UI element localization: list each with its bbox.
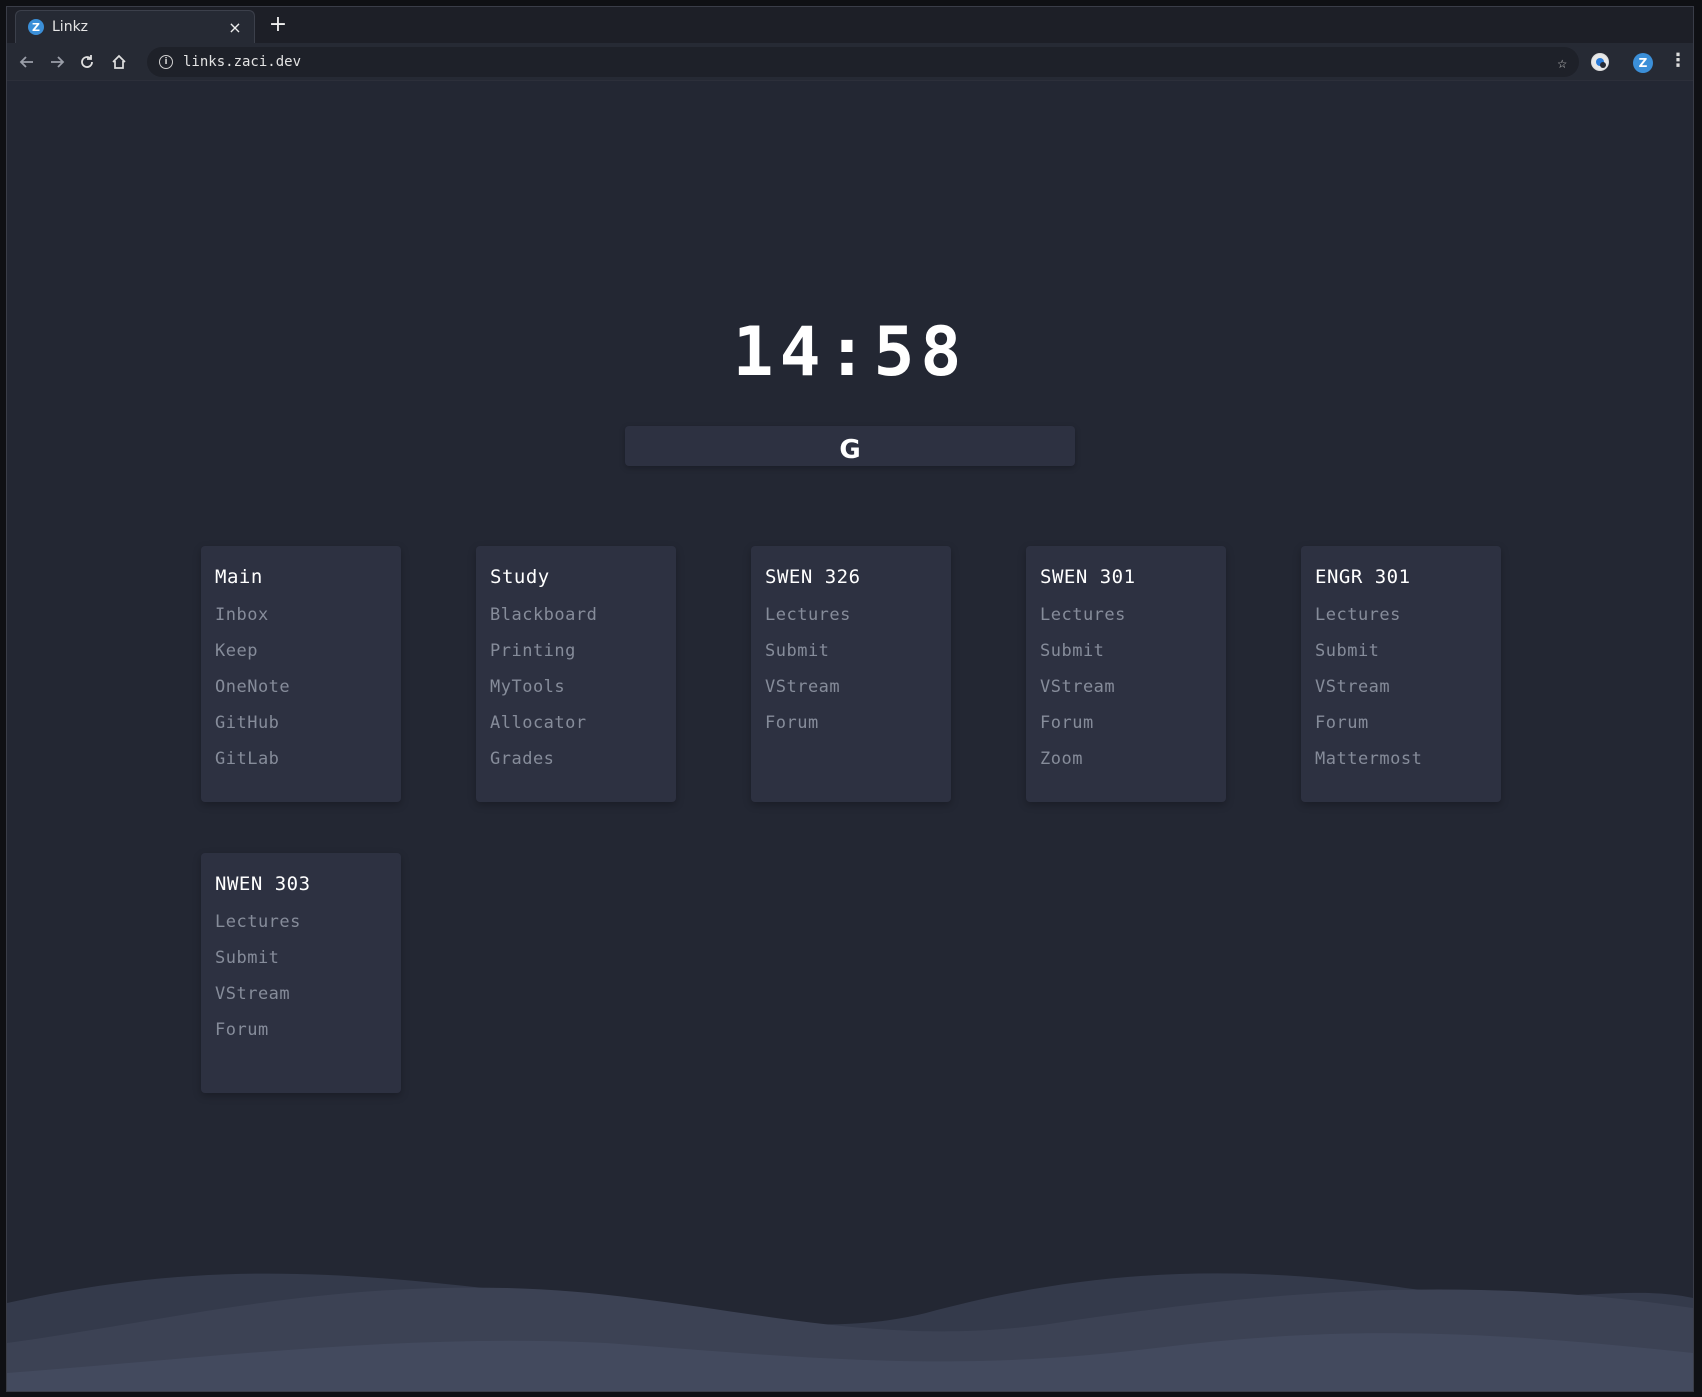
clock: 14:58 xyxy=(732,313,968,392)
card-engr-301: ENGR 301 Lectures Submit VStream Forum M… xyxy=(1301,546,1501,802)
card-swen-301: SWEN 301 Lectures Submit VStream Forum Z… xyxy=(1026,546,1226,802)
link-vstream[interactable]: VStream xyxy=(1040,676,1212,712)
link-grades[interactable]: Grades xyxy=(490,748,662,784)
tab-linkz[interactable]: Z Linkz × xyxy=(15,10,255,43)
link-mytools[interactable]: MyTools xyxy=(490,676,662,712)
link-keep[interactable]: Keep xyxy=(215,640,387,676)
url-text: links.zaci.dev xyxy=(183,54,302,70)
browser-toolbar: i links.zaci.dev ☆ Z ⋮ xyxy=(7,43,1693,81)
card-swen-326: SWEN 326 Lectures Submit VStream Forum xyxy=(751,546,951,802)
back-icon xyxy=(19,56,33,68)
card-main: Main Inbox Keep OneNote GitHub GitLab xyxy=(201,546,401,802)
card-title: SWEN 326 xyxy=(765,566,861,588)
tab-title: Linkz xyxy=(52,19,89,35)
card-title: Main xyxy=(215,566,263,588)
info-icon[interactable]: i xyxy=(159,55,173,69)
link-mattermost[interactable]: Mattermost xyxy=(1315,748,1487,784)
wave-decoration xyxy=(7,1273,1693,1391)
link-submit[interactable]: Submit xyxy=(215,947,387,983)
link-zoom[interactable]: Zoom xyxy=(1040,748,1212,784)
browser-window: Z Linkz × + i links.zaci.dev ☆ Z ⋮ 14:58… xyxy=(6,6,1694,1392)
link-github[interactable]: GitHub xyxy=(215,712,387,748)
link-lectures[interactable]: Lectures xyxy=(1315,604,1487,640)
link-onenote[interactable]: OneNote xyxy=(215,676,387,712)
home-icon xyxy=(112,54,126,69)
address-bar[interactable]: i links.zaci.dev ☆ xyxy=(147,47,1579,77)
link-forum[interactable]: Forum xyxy=(1040,712,1212,748)
link-vstream[interactable]: VStream xyxy=(1315,676,1487,712)
link-lectures[interactable]: Lectures xyxy=(765,604,937,640)
link-submit[interactable]: Submit xyxy=(765,640,937,676)
forward-icon xyxy=(51,56,65,68)
card-study: Study Blackboard Printing MyTools Alloca… xyxy=(476,546,676,802)
link-forum[interactable]: Forum xyxy=(1315,712,1487,748)
reload-icon xyxy=(81,55,93,68)
link-lectures[interactable]: Lectures xyxy=(1040,604,1212,640)
home-button[interactable] xyxy=(105,48,133,76)
link-blackboard[interactable]: Blackboard xyxy=(490,604,662,640)
google-search-bar[interactable]: G xyxy=(625,426,1075,466)
link-gitlab[interactable]: GitLab xyxy=(215,748,387,784)
star-icon[interactable]: ☆ xyxy=(1557,53,1567,72)
link-forum[interactable]: Forum xyxy=(215,1019,387,1055)
link-allocator[interactable]: Allocator xyxy=(490,712,662,748)
reload-button[interactable] xyxy=(73,48,101,76)
tab-strip: Z Linkz × + xyxy=(7,7,1693,43)
profile-icon[interactable]: Z xyxy=(1633,53,1653,73)
card-title: Study xyxy=(490,566,550,588)
forward-button[interactable] xyxy=(43,48,71,76)
link-printing[interactable]: Printing xyxy=(490,640,662,676)
card-title: ENGR 301 xyxy=(1315,566,1411,588)
close-tab-icon[interactable]: × xyxy=(226,18,244,37)
link-lectures[interactable]: Lectures xyxy=(215,911,387,947)
link-vstream[interactable]: VStream xyxy=(215,983,387,1019)
card-title: SWEN 301 xyxy=(1040,566,1136,588)
extension-icon[interactable] xyxy=(1591,53,1609,71)
card-nwen-303: NWEN 303 Lectures Submit VStream Forum xyxy=(201,853,401,1093)
menu-icon[interactable]: ⋮ xyxy=(1669,51,1687,73)
link-forum[interactable]: Forum xyxy=(765,712,937,748)
card-title: NWEN 303 xyxy=(215,873,311,895)
back-button[interactable] xyxy=(13,48,41,76)
link-vstream[interactable]: VStream xyxy=(765,676,937,712)
favicon-icon: Z xyxy=(28,19,44,35)
page-content: 14:58 G Main Inbox Keep OneNote GitHub G… xyxy=(7,81,1693,1391)
link-inbox[interactable]: Inbox xyxy=(215,604,387,640)
google-icon: G xyxy=(839,435,861,465)
link-submit[interactable]: Submit xyxy=(1315,640,1487,676)
link-submit[interactable]: Submit xyxy=(1040,640,1212,676)
new-tab-button[interactable]: + xyxy=(265,13,291,39)
